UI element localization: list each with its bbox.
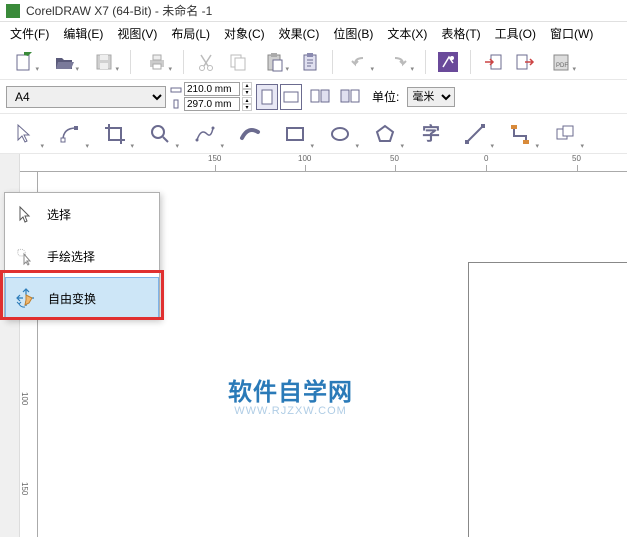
menu-text[interactable]: 文本(X)	[381, 23, 433, 44]
landscape-button[interactable]	[280, 84, 302, 110]
publish-pdf-button[interactable]: PDF ▾	[543, 48, 579, 76]
orientation-group	[256, 84, 302, 110]
copy-button[interactable]	[224, 48, 252, 76]
menu-tools[interactable]: 工具(O)	[489, 23, 542, 44]
height-icon	[170, 99, 182, 109]
pick-tool[interactable]: ▾	[2, 115, 47, 153]
freehand-tool[interactable]: ▾	[182, 115, 227, 153]
units-label: 单位:	[372, 88, 399, 105]
new-button[interactable]: ▾	[6, 48, 42, 76]
text-tool[interactable]: 字	[407, 115, 452, 153]
menu-object[interactable]: 对象(C)	[218, 23, 271, 44]
flyout-pick-label: 选择	[47, 206, 71, 223]
property-bar: A4 ▴▾ ▴▾ 单位: 毫米	[0, 80, 627, 114]
flyout-free-transform[interactable]: 自由变换	[5, 277, 159, 319]
watermark-url: WWW.RJZXW.COM	[228, 405, 353, 417]
shape-tool[interactable]: ▾	[47, 115, 92, 153]
effects-tool[interactable]: ▾	[542, 115, 587, 153]
freehand-pick-icon	[13, 244, 37, 268]
redo-button[interactable]: ▾	[381, 48, 417, 76]
crop-tool[interactable]: ▾	[92, 115, 137, 153]
height-spinner[interactable]: ▴▾	[242, 97, 252, 111]
horizontal-ruler[interactable]: 150 100 50 0 50	[20, 154, 627, 172]
polygon-tool[interactable]: ▾	[362, 115, 407, 153]
menu-view[interactable]: 视图(V)	[111, 23, 163, 44]
import-button[interactable]	[479, 48, 507, 76]
flyout-freehand-pick[interactable]: 手绘选择	[5, 235, 159, 277]
title-bar: CorelDRAW X7 (64-Bit) - 未命名 -1	[0, 0, 627, 22]
menu-layout[interactable]: 布局(L)	[165, 23, 216, 44]
clipboard-button[interactable]	[296, 48, 324, 76]
watermark-title: 软件自学网	[228, 372, 353, 407]
width-icon	[170, 84, 182, 94]
undo-button[interactable]: ▾	[341, 48, 377, 76]
menu-table[interactable]: 表格(T)	[435, 23, 486, 44]
paper-size-select[interactable]: A4	[6, 86, 166, 108]
pick-icon	[13, 202, 37, 226]
artistic-media-tool[interactable]	[227, 115, 272, 153]
all-pages-button[interactable]	[306, 83, 334, 111]
rectangle-tool[interactable]: ▾	[272, 115, 317, 153]
paste-button[interactable]: ▾	[256, 48, 292, 76]
flyout-freehand-pick-label: 手绘选择	[47, 248, 95, 265]
secondary-toolbar: ▾ ▾ ▾ ▾ ▾ ▾ ▾ ▾ 字 ▾ ▾ ▾	[0, 114, 627, 154]
flyout-pick[interactable]: 选择	[5, 193, 159, 235]
menu-file[interactable]: 文件(F)	[4, 23, 55, 44]
current-page-button[interactable]	[336, 83, 364, 111]
menu-bitmap[interactable]: 位图(B)	[327, 23, 379, 44]
menu-effects[interactable]: 效果(C)	[273, 23, 326, 44]
page	[468, 262, 627, 537]
svg-text:字: 字	[422, 123, 440, 144]
search-content-button[interactable]	[434, 48, 462, 76]
standard-toolbar: ▾ ▾ ▾ ▾ ▾ ▾ ▾ PDF	[0, 44, 627, 80]
units-select[interactable]: 毫米	[407, 87, 455, 107]
page-width-input[interactable]	[184, 82, 240, 96]
watermark: 软件自学网 WWW.RJZXW.COM	[228, 372, 353, 417]
window-title: CorelDRAW X7 (64-Bit) - 未命名 -1	[26, 2, 212, 19]
print-button[interactable]: ▾	[139, 48, 175, 76]
flyout-free-transform-label: 自由变换	[48, 290, 96, 307]
ellipse-tool[interactable]: ▾	[317, 115, 362, 153]
menu-window[interactable]: 窗口(W)	[544, 23, 599, 44]
open-button[interactable]: ▾	[46, 48, 82, 76]
export-button[interactable]	[511, 48, 539, 76]
menu-edit[interactable]: 编辑(E)	[57, 23, 109, 44]
page-height-input[interactable]	[184, 97, 240, 111]
dimension-tool[interactable]: ▾	[452, 115, 497, 153]
svg-text:PDF: PDF	[556, 63, 568, 69]
menu-bar: 文件(F) 编辑(E) 视图(V) 布局(L) 对象(C) 效果(C) 位图(B…	[0, 22, 627, 44]
app-logo-icon	[6, 4, 20, 18]
free-transform-icon	[14, 286, 38, 310]
connector-tool[interactable]: ▾	[497, 115, 542, 153]
portrait-button[interactable]	[256, 84, 278, 110]
width-spinner[interactable]: ▴▾	[242, 82, 252, 96]
zoom-tool[interactable]: ▾	[137, 115, 182, 153]
save-button[interactable]: ▾	[86, 48, 122, 76]
page-dimensions: ▴▾ ▴▾	[170, 82, 252, 111]
cut-button[interactable]	[192, 48, 220, 76]
pick-tool-flyout: 选择 手绘选择 自由变换	[4, 192, 160, 320]
